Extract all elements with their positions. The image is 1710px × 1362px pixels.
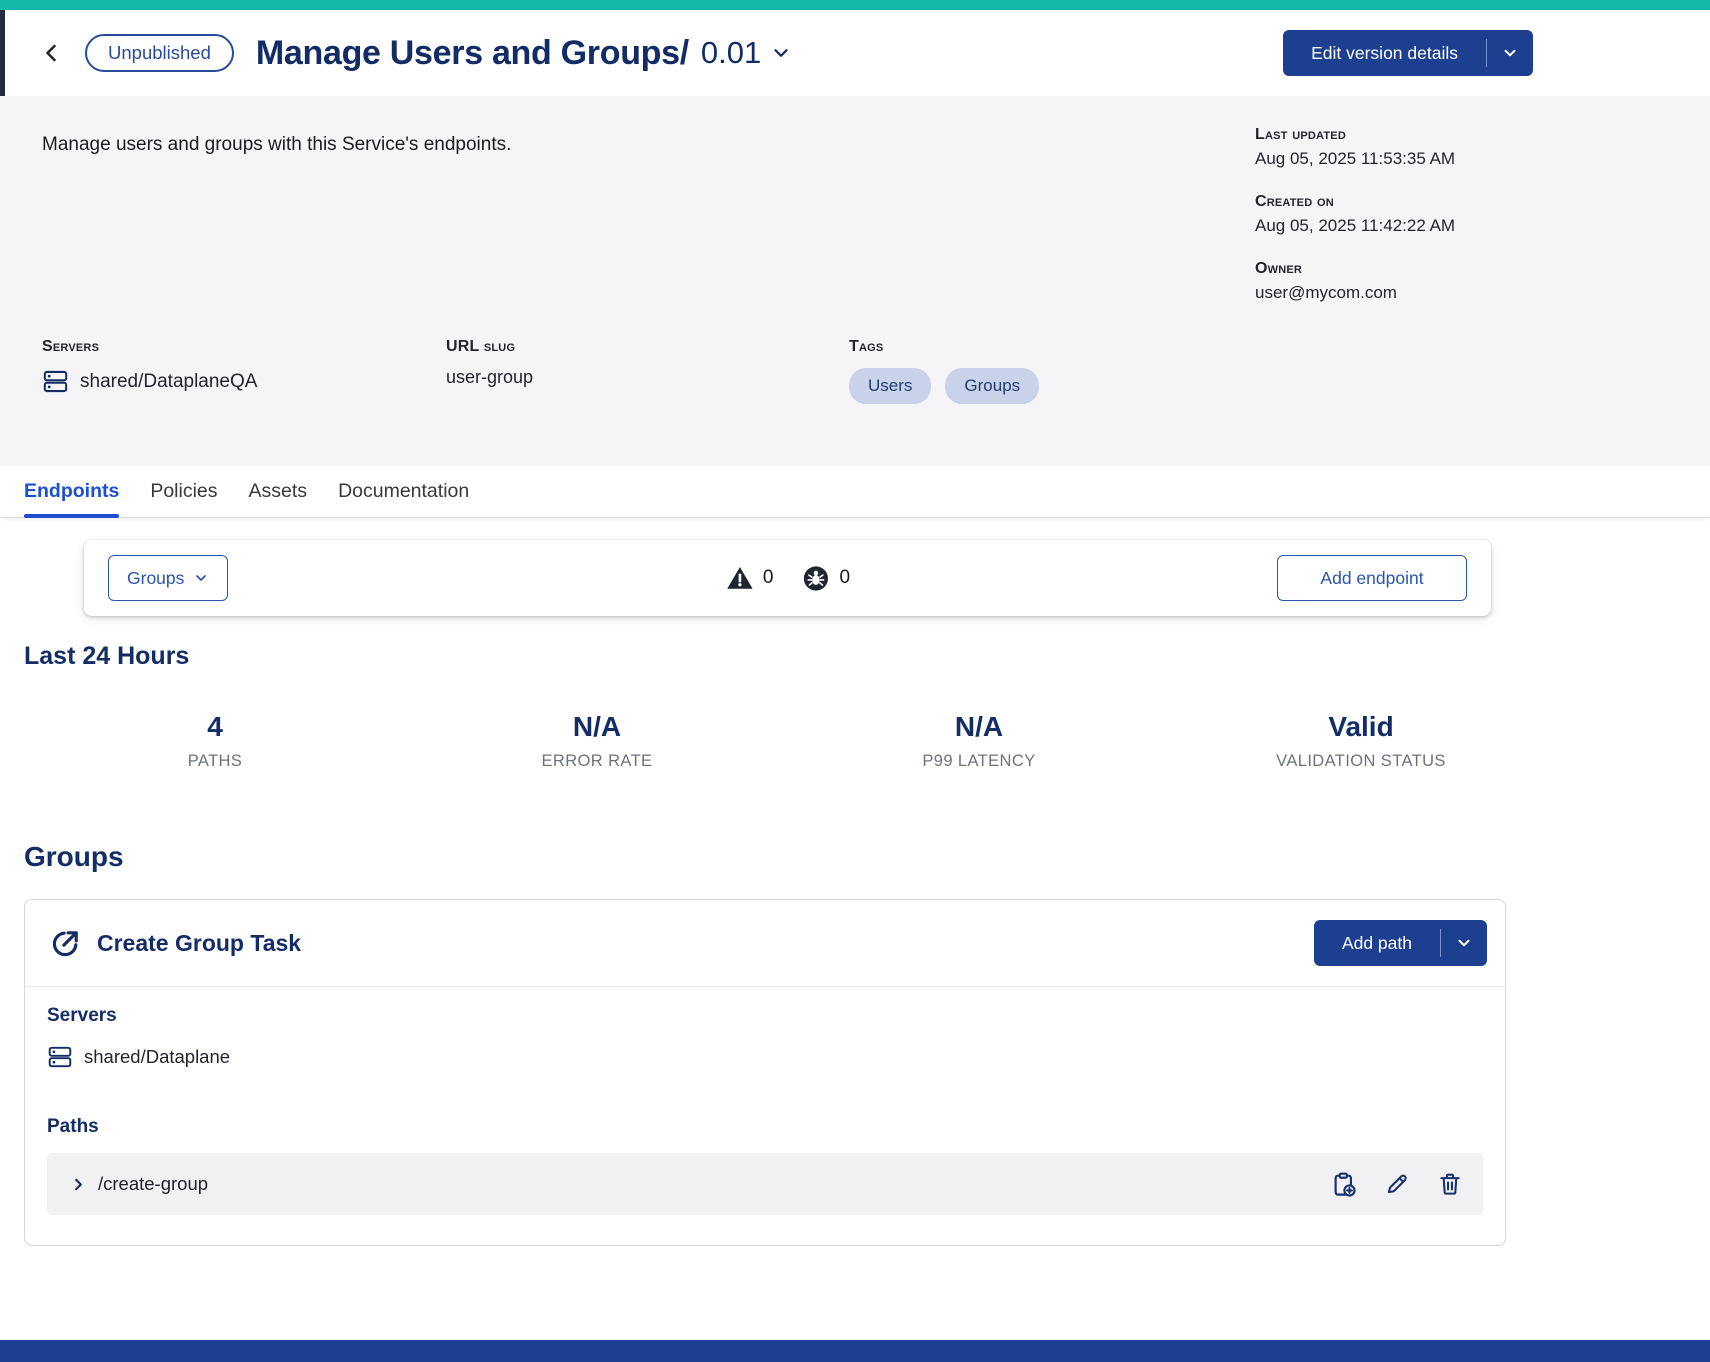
- service-fields-row: Servers shared/DataplaneQA URL slug user…: [42, 338, 1039, 404]
- add-path-label: Add path: [1314, 933, 1440, 954]
- duplicate-path-button[interactable]: [1330, 1171, 1357, 1198]
- server-icon: [42, 368, 69, 395]
- servers-label: Servers: [42, 338, 446, 356]
- warning-count: 0: [763, 567, 774, 589]
- chevron-left-icon: [40, 41, 64, 65]
- edit-version-details-label: Edit version details: [1283, 43, 1486, 64]
- pencil-icon: [1384, 1171, 1410, 1197]
- chevron-down-icon: [770, 42, 792, 64]
- service-info-section: Manage users and groups with this Servic…: [0, 96, 1710, 466]
- server-icon: [47, 1044, 73, 1070]
- bug-counter[interactable]: 0: [802, 564, 851, 593]
- path-row: /create-group: [47, 1153, 1483, 1215]
- version-number: 0.01: [701, 35, 761, 71]
- clipboard-plus-icon: [1330, 1171, 1357, 1198]
- meta-value: user@mycom.com: [1255, 283, 1455, 303]
- expand-path-button[interactable]: [69, 1175, 88, 1194]
- tab-assets[interactable]: Assets: [249, 466, 308, 517]
- tab-documentation[interactable]: Documentation: [338, 466, 469, 517]
- meta-label: Owner: [1255, 260, 1455, 278]
- tag-pill-users: Users: [849, 368, 931, 404]
- tag-pill-groups: Groups: [945, 368, 1039, 404]
- delete-path-button[interactable]: [1437, 1171, 1463, 1197]
- stat-label: VALIDATION STATUS: [1170, 752, 1552, 771]
- bug-count: 0: [840, 567, 851, 589]
- stat-label: ERROR RATE: [406, 752, 788, 771]
- card-servers-value: shared/Dataplane: [84, 1046, 230, 1068]
- meta-value: Aug 05, 2025 11:42:22 AM: [1255, 216, 1455, 236]
- meta-last-updated: Last updated Aug 05, 2025 11:53:35 AM: [1255, 126, 1455, 169]
- page-title: Manage Users and Groups/: [256, 34, 689, 73]
- stat-label: PATHS: [24, 752, 406, 771]
- group-title: Create Group Task: [97, 930, 301, 957]
- chevron-down-icon: [193, 570, 209, 586]
- back-button[interactable]: [35, 36, 69, 70]
- stat-validation-status: Valid VALIDATION STATUS: [1170, 711, 1552, 771]
- servers-value: shared/DataplaneQA: [80, 371, 257, 393]
- meta-block: Last updated Aug 05, 2025 11:53:35 AM Cr…: [1255, 126, 1455, 327]
- url-slug-value: user-group: [446, 367, 849, 388]
- tab-endpoints[interactable]: Endpoints: [24, 466, 119, 517]
- tags-label: Tags: [849, 338, 1039, 356]
- stat-value: N/A: [788, 711, 1170, 743]
- top-accent-bar: [0, 0, 1710, 10]
- meta-created-on: Created on Aug 05, 2025 11:42:22 AM: [1255, 193, 1455, 236]
- card-paths-label: Paths: [47, 1116, 1483, 1138]
- chevron-down-icon: [1487, 44, 1533, 62]
- stat-p99-latency: N/A P99 LATENCY: [788, 711, 1170, 771]
- servers-field: Servers shared/DataplaneQA: [42, 338, 446, 404]
- tags-field: Tags Users Groups: [849, 338, 1039, 404]
- url-slug-label: URL slug: [446, 338, 849, 356]
- meta-value: Aug 05, 2025 11:53:35 AM: [1255, 149, 1455, 169]
- status-badge: Unpublished: [85, 34, 234, 72]
- meta-label: Last updated: [1255, 126, 1455, 144]
- stat-error-rate: N/A ERROR RATE: [406, 711, 788, 771]
- add-endpoint-button[interactable]: Add endpoint: [1277, 555, 1467, 601]
- last-24-hours-heading: Last 24 Hours: [24, 642, 1710, 671]
- stat-value: N/A: [406, 711, 788, 743]
- group-card-create-group-task: Create Group Task Add path Servers share…: [24, 899, 1506, 1246]
- group-filter-dropdown[interactable]: Groups: [108, 555, 228, 601]
- page-header: Unpublished Manage Users and Groups/ 0.0…: [0, 10, 1710, 96]
- warning-icon: [725, 564, 754, 593]
- warning-counter[interactable]: 0: [725, 564, 774, 593]
- path-actions: [1330, 1171, 1463, 1198]
- footer-bar: [0, 1340, 1710, 1362]
- tab-policies[interactable]: Policies: [150, 466, 217, 517]
- path-value: /create-group: [98, 1173, 208, 1195]
- stat-label: P99 LATENCY: [788, 752, 1170, 771]
- stat-paths: 4 PATHS: [24, 711, 406, 771]
- stat-value: Valid: [1170, 711, 1552, 743]
- url-slug-field: URL slug user-group: [446, 338, 849, 404]
- group-filter-label: Groups: [127, 568, 184, 589]
- trash-icon: [1437, 1171, 1463, 1197]
- version-selector[interactable]: 0.01: [701, 35, 792, 71]
- meta-label: Created on: [1255, 193, 1455, 211]
- chevron-right-icon: [69, 1175, 88, 1194]
- stat-value: 4: [24, 711, 406, 743]
- group-card-body: Servers shared/Dataplane Paths /create-g…: [25, 987, 1505, 1245]
- add-path-button[interactable]: Add path: [1314, 920, 1487, 966]
- meta-owner: Owner user@mycom.com: [1255, 260, 1455, 303]
- groups-heading: Groups: [24, 841, 1710, 873]
- edit-version-details-button[interactable]: Edit version details: [1283, 30, 1533, 76]
- endpoints-toolbar: Groups 0 0 Add endpoint: [84, 540, 1491, 616]
- issue-counters: 0 0: [725, 564, 850, 593]
- chevron-down-icon: [1441, 934, 1487, 952]
- stats-row: 4 PATHS N/A ERROR RATE N/A P99 LATENCY V…: [24, 711, 1552, 771]
- edit-path-button[interactable]: [1384, 1171, 1410, 1197]
- group-card-header: Create Group Task Add path: [25, 900, 1505, 987]
- card-servers-label: Servers: [47, 1005, 1483, 1027]
- task-export-icon: [49, 927, 82, 960]
- endpoints-panel: Groups 0 0 Add endpoint Last 24 Hours: [0, 540, 1710, 1246]
- bug-icon: [802, 564, 831, 593]
- tab-bar: Endpoints Policies Assets Documentation: [0, 466, 1710, 518]
